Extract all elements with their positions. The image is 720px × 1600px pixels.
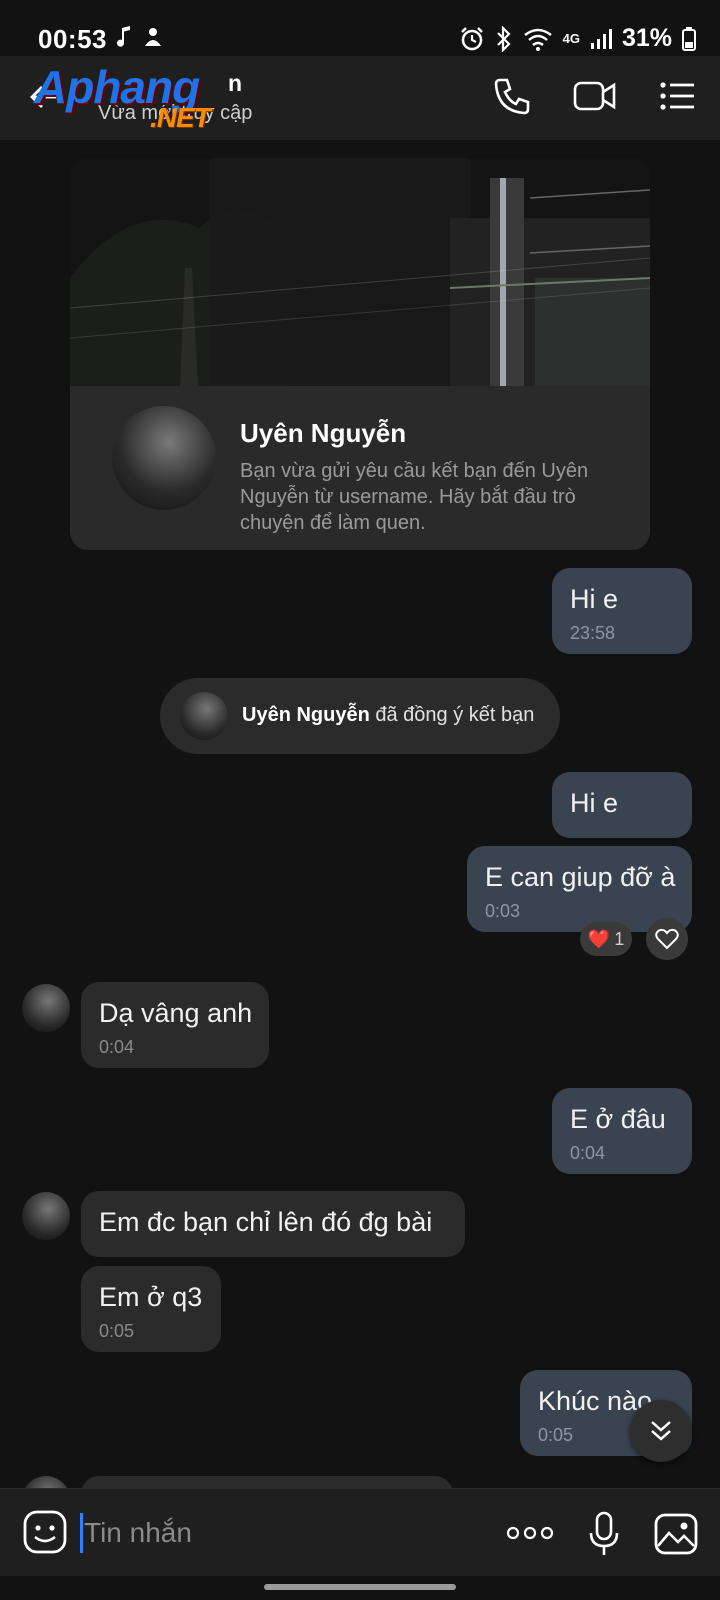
double-chevron-down-icon xyxy=(651,1421,671,1441)
system-status-icons: 4G 31% xyxy=(459,24,696,53)
message-input[interactable] xyxy=(84,1511,464,1555)
heart-outline-icon xyxy=(655,928,679,950)
heart-reaction-icon: ❤️ xyxy=(587,928,611,949)
microphone-icon[interactable] xyxy=(588,1511,620,1557)
system-avatar xyxy=(180,692,228,740)
contact-avatar[interactable] xyxy=(22,1476,70,1488)
message-bubble-outgoing[interactable]: E ở đâu 0:04 xyxy=(552,1088,692,1174)
wifi-icon xyxy=(523,28,552,51)
message-input-bar xyxy=(0,1488,720,1576)
message-bubble-incoming[interactable]: Em đc bạn chỉ lên đó đg bài xyxy=(81,1191,465,1257)
friend-accepted-notice: Uyên Nguyễn đã đồng ý kết bạn xyxy=(160,678,560,754)
cover-photo xyxy=(70,158,650,386)
sticker-emoji-icon[interactable] xyxy=(22,1509,68,1555)
contact-name[interactable]: n xyxy=(228,70,242,97)
music-note-icon xyxy=(117,26,130,47)
message-bubble-incoming[interactable] xyxy=(81,1476,453,1488)
menu-list-icon[interactable] xyxy=(658,76,698,116)
status-time: 00:53 xyxy=(38,24,107,54)
home-gesture-pill[interactable] xyxy=(264,1584,456,1590)
message-text: Hi e xyxy=(570,788,619,818)
app-notification-icon xyxy=(145,28,161,46)
network-type-label: 4G xyxy=(562,31,580,46)
chat-header: n Vừa mới truy cập Aphang .NET xyxy=(0,56,720,140)
signal-icon xyxy=(590,28,612,49)
message-time: 0:03 xyxy=(485,901,521,921)
message-bubble-outgoing[interactable]: Hi e 23:58 xyxy=(552,568,692,654)
video-call-icon[interactable] xyxy=(572,76,618,116)
profile-avatar[interactable] xyxy=(112,406,216,510)
message-bubble-incoming[interactable]: Dạ vâng anh 0:04 xyxy=(81,982,269,1068)
alarm-icon xyxy=(460,26,483,50)
message-bubble-outgoing[interactable]: Hi e xyxy=(552,772,692,838)
system-navigation-bar xyxy=(0,1576,720,1600)
watermark-logo: Aphang .NET xyxy=(34,61,211,133)
message-text: Em đc bạn chỉ lên đó đg bài xyxy=(99,1207,433,1237)
notification-icons xyxy=(116,26,164,48)
bluetooth-icon xyxy=(496,25,511,52)
message-list[interactable]: Uyên Nguyễn Bạn vừa gửi yêu cầu kết bạn … xyxy=(0,140,720,1488)
scroll-to-bottom-button[interactable] xyxy=(630,1400,692,1462)
contact-avatar[interactable] xyxy=(22,1192,70,1240)
message-text: E can giup đỡ à xyxy=(485,862,676,892)
text-cursor xyxy=(80,1513,83,1553)
message-time: 0:04 xyxy=(99,1037,135,1057)
profile-description: Bạn vừa gửi yêu cầu kết bạn đến Uyên Ngu… xyxy=(240,460,589,534)
reaction-badge[interactable]: ❤️ 1 xyxy=(580,922,632,956)
message-time: 0:05 xyxy=(99,1321,135,1341)
message-text: Hi e xyxy=(570,584,619,614)
more-options-icon[interactable] xyxy=(506,1525,554,1541)
message-time: 0:04 xyxy=(570,1143,606,1163)
system-text: Uyên Nguyễn đã đồng ý kết bạn xyxy=(242,704,535,726)
battery-icon xyxy=(682,26,696,51)
message-text: E ở đâu xyxy=(570,1104,666,1134)
image-gallery-icon[interactable] xyxy=(654,1513,698,1555)
phone-call-icon[interactable] xyxy=(492,76,532,116)
reaction-count: 1 xyxy=(614,928,625,949)
status-bar: 00:53 4G 31% xyxy=(0,0,720,56)
message-text: Em ở q3 xyxy=(99,1282,203,1312)
profile-name: Uyên Nguyễn xyxy=(240,418,407,448)
message-time: 23:58 xyxy=(570,623,616,643)
contact-avatar[interactable] xyxy=(22,984,70,1032)
message-bubble-incoming[interactable]: Em ở q3 0:05 xyxy=(81,1266,221,1352)
message-text: Dạ vâng anh xyxy=(99,998,253,1028)
battery-percentage: 31% xyxy=(621,24,672,52)
profile-card[interactable]: Uyên Nguyễn Bạn vừa gửi yêu cầu kết bạn … xyxy=(70,158,650,550)
like-button[interactable] xyxy=(646,918,688,960)
